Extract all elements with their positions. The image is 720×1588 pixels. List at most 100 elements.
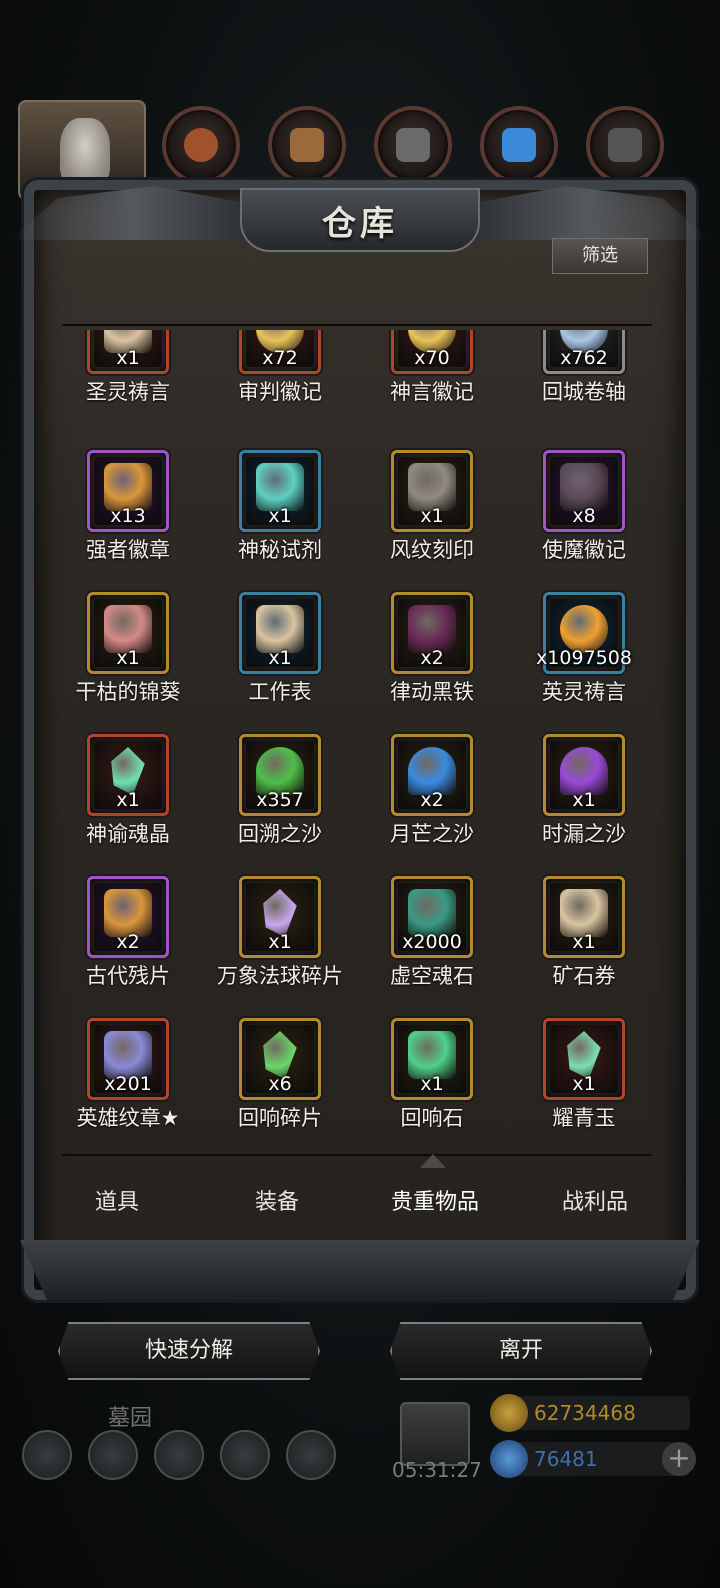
resource-slot-5[interactable] [586, 106, 664, 184]
tab-equipment[interactable]: 装备 [196, 1184, 358, 1216]
item-name: 回城卷轴 [542, 380, 626, 404]
leave-button[interactable]: 离开 [390, 1322, 652, 1380]
item-quantity: x2 [420, 789, 444, 811]
item-quantity: x72 [262, 347, 298, 369]
item-quantity: x1 [116, 789, 140, 811]
item-slot[interactable]: x2 [87, 876, 169, 958]
resource-slot-3[interactable] [374, 106, 452, 184]
tab-loot[interactable]: 战利品 [514, 1184, 676, 1216]
gem-icon [490, 1440, 528, 1478]
item-quantity: x70 [414, 347, 450, 369]
filter-button[interactable]: 筛选 [552, 238, 648, 274]
item-quantity: x1097508 [536, 647, 632, 669]
item-name: 律动黑铁 [390, 680, 474, 704]
category-tabs: 道具 装备 贵重物品 战利品 [36, 1170, 684, 1242]
item-slot[interactable]: x6 [239, 1018, 321, 1100]
inventory-item[interactable]: x1 干枯的锦葵 [52, 592, 204, 722]
item-grid: x1 圣灵祷言 x72 审判徽记 x70 神言徽记 x762 回城卷轴 x13 强者徽章 x1 神秘试… [52, 330, 668, 1152]
resource-slot-1[interactable] [162, 106, 240, 184]
grid-top-divider [62, 324, 652, 326]
inventory-item[interactable]: x70 神言徽记 [356, 330, 508, 422]
item-slot[interactable]: x2 [391, 592, 473, 674]
inventory-item[interactable]: x201 英雄纹章★ [52, 1018, 204, 1148]
item-slot[interactable]: x1 [391, 1018, 473, 1100]
item-slot[interactable]: x1 [239, 450, 321, 532]
item-slot[interactable]: x1 [543, 1018, 625, 1100]
inventory-item[interactable]: x762 回城卷轴 [508, 330, 660, 422]
inventory-item[interactable]: x2000 虚空魂石 [356, 876, 508, 1006]
item-slot[interactable]: x1 [391, 450, 473, 532]
badge-icon [104, 463, 152, 511]
blue-sand-icon [408, 747, 456, 795]
gift-box-icon[interactable] [400, 1402, 470, 1466]
ore-icon [184, 128, 218, 162]
item-slot[interactable]: x1 [87, 734, 169, 816]
inventory-item[interactable]: x1 神谕魂晶 [52, 734, 204, 864]
item-name: 虚空魂石 [390, 964, 474, 988]
item-slot[interactable]: x8 [543, 450, 625, 532]
item-quantity: x1 [572, 931, 596, 953]
inventory-item[interactable]: x1 回响石 [356, 1018, 508, 1148]
inventory-item[interactable]: x8 使魔徽记 [508, 450, 660, 580]
item-slot[interactable]: x1 [239, 592, 321, 674]
item-name: 使魔徽记 [542, 538, 626, 562]
quick-decompose-button[interactable]: 快速分解 [58, 1322, 320, 1380]
item-quantity: x1 [116, 347, 140, 369]
add-gems-button[interactable]: + [662, 1442, 696, 1476]
inventory-item[interactable]: x1 万象法球碎片 [204, 876, 356, 1006]
inventory-item[interactable]: x1 矿石券 [508, 876, 660, 1006]
inventory-item[interactable]: x1 风纹刻印 [356, 450, 508, 580]
item-slot[interactable]: x357 [239, 734, 321, 816]
inventory-item[interactable]: x1097508 英灵祷言 [508, 592, 660, 722]
green-cluster-icon [408, 1031, 456, 1079]
hud-menu-icon-4[interactable] [220, 1430, 270, 1480]
item-slot[interactable]: x1 [87, 330, 169, 374]
item-slot[interactable]: x72 [239, 330, 321, 374]
potion-icon [256, 463, 304, 511]
inventory-item[interactable]: x1 圣灵祷言 [52, 330, 204, 422]
purple-sand-icon [560, 747, 608, 795]
item-slot[interactable]: x201 [87, 1018, 169, 1100]
inventory-item[interactable]: x1 工作表 [204, 592, 356, 722]
inventory-item[interactable]: x2 古代残片 [52, 876, 204, 1006]
item-slot[interactable]: x2 [391, 734, 473, 816]
inventory-item[interactable]: x1 耀青玉 [508, 1018, 660, 1148]
item-slot[interactable]: x70 [391, 330, 473, 374]
item-name: 回响石 [400, 1106, 464, 1130]
gold-coin-icon [490, 1394, 528, 1432]
hud-menu-icon-5[interactable] [286, 1430, 336, 1480]
resource-slot-2[interactable] [268, 106, 346, 184]
item-slot[interactable]: x1097508 [536, 592, 632, 674]
item-slot[interactable]: x2000 [391, 876, 473, 958]
hud-menu-icon-2[interactable] [88, 1430, 138, 1480]
item-name: 古代残片 [86, 964, 170, 988]
inventory-item[interactable]: x1 时漏之沙 [508, 734, 660, 864]
tab-props[interactable]: 道具 [36, 1184, 198, 1216]
tab-valuables[interactable]: 贵重物品 [354, 1184, 516, 1216]
hud-menu-icon-3[interactable] [154, 1430, 204, 1480]
item-quantity: x1 [572, 1073, 596, 1095]
item-quantity: x1 [116, 647, 140, 669]
item-slot[interactable]: x1 [543, 734, 625, 816]
inventory-item[interactable]: x13 强者徽章 [52, 450, 204, 580]
hud-menu-icon-1[interactable] [22, 1430, 72, 1480]
item-slot[interactable]: x762 [543, 330, 625, 374]
item-quantity: x357 [256, 789, 304, 811]
inventory-item[interactable]: x2 月芒之沙 [356, 734, 508, 864]
item-slot[interactable]: x13 [87, 450, 169, 532]
item-name: 强者徽章 [86, 538, 170, 562]
item-slot[interactable]: x1 [239, 876, 321, 958]
inventory-item[interactable]: x6 回响碎片 [204, 1018, 356, 1148]
item-slot[interactable]: x1 [543, 876, 625, 958]
item-slot[interactable]: x1 [87, 592, 169, 674]
inventory-item[interactable]: x72 审判徽记 [204, 330, 356, 422]
fire-orb-icon [560, 605, 608, 653]
resource-slot-4[interactable] [480, 106, 558, 184]
inventory-item[interactable]: x2 律动黑铁 [356, 592, 508, 722]
item-name: 干枯的锦葵 [75, 680, 181, 704]
item-quantity: x8 [572, 505, 596, 527]
inventory-item[interactable]: x357 回溯之沙 [204, 734, 356, 864]
inventory-item[interactable]: x1 神秘试剂 [204, 450, 356, 580]
item-name: 神谕魂晶 [86, 822, 170, 846]
gem-amount: 76481 [534, 1447, 598, 1471]
